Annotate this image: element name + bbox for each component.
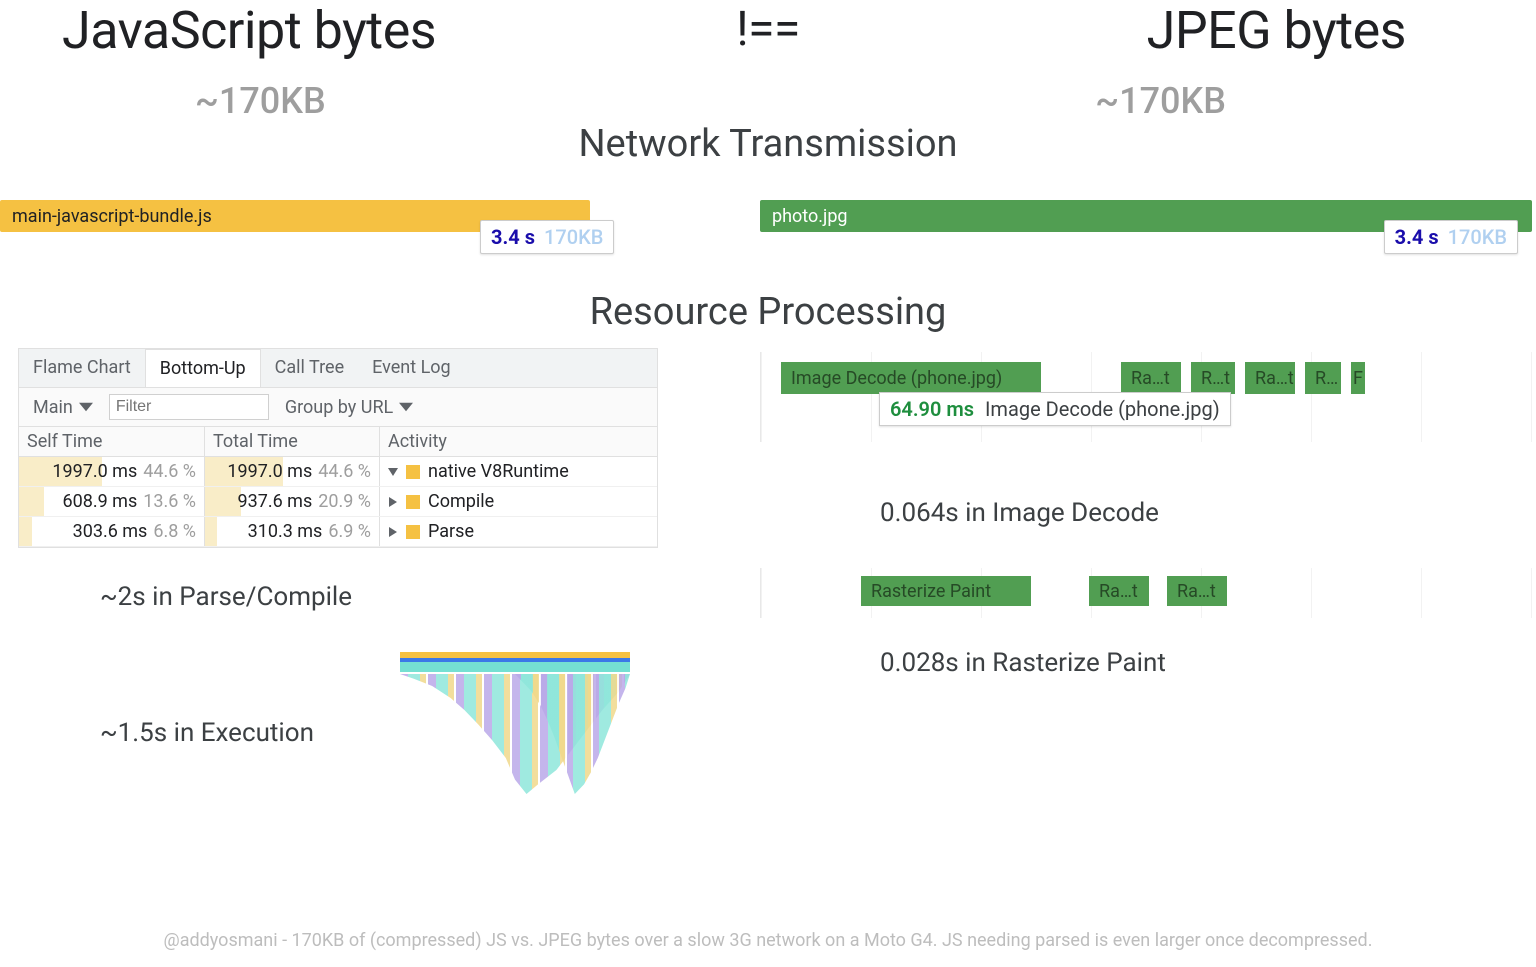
tab-call-tree[interactable]: Call Tree (261, 349, 358, 387)
activity-name: Parse (428, 521, 474, 542)
network-js-size: 170KB (544, 225, 603, 249)
activity-name: Compile (428, 491, 494, 512)
chevron-down-icon (399, 400, 413, 414)
segment-raster: R…t (1191, 362, 1235, 394)
tab-flame-chart[interactable]: Flame Chart (19, 349, 145, 387)
network-badge-img: 3.4 s 170KB (1384, 220, 1518, 254)
network-badge-js: 3.4 s 170KB (480, 220, 614, 254)
chevron-down-icon (79, 400, 93, 414)
js-parse-compile-metric: ~2s in Parse/Compile (100, 582, 660, 612)
table-row[interactable]: 1997.0 ms44.6 %1997.0 ms44.6 %native V8R… (19, 457, 657, 487)
timeline-tooltip: 64.90 ms Image Decode (phone.jpg) (879, 392, 1231, 426)
network-img-time: 3.4 s (1395, 225, 1439, 249)
segment-rasterize-paint: Rasterize Paint (861, 576, 1031, 606)
img-decode-metric: 0.064s in Image Decode (880, 498, 1536, 528)
image-decode-timeline: Image Decode (phone.jpg) Ra…t R…t Ra…t R… (760, 352, 1536, 442)
segment-raster: Ra…t (1121, 362, 1181, 394)
flame-chart-thumbnail (400, 652, 630, 812)
table-row[interactable]: 608.9 ms13.6 %937.6 ms20.9 %Compile (19, 487, 657, 517)
js-size-label: ~170KB (195, 80, 326, 122)
group-dropdown-value: Group by URL (285, 397, 393, 418)
activity-color-swatch (406, 495, 420, 509)
section-processing: Resource Processing (0, 290, 1536, 334)
segment-image-decode: Image Decode (phone.jpg) (781, 362, 1041, 394)
network-js-time: 3.4 s (491, 225, 535, 249)
segment-rasterize-paint: Ra…t (1167, 576, 1227, 606)
devtools-tabs: Flame Chart Bottom-Up Call Tree Event Lo… (19, 349, 657, 387)
filter-input[interactable] (109, 394, 269, 420)
footer-attribution: @addyosmani - 170KB of (compressed) JS v… (0, 930, 1536, 951)
jpeg-size-label: ~170KB (1095, 80, 1226, 122)
segment-rasterize-paint: Ra…t (1089, 576, 1149, 606)
tab-event-log[interactable]: Event Log (358, 349, 465, 387)
col-activity: Activity (379, 427, 657, 456)
col-self-time: Self Time (19, 427, 204, 456)
tab-bottom-up[interactable]: Bottom-Up (145, 349, 261, 387)
network-img-size: 170KB (1448, 225, 1507, 249)
headline-neq: !== (736, 0, 800, 57)
network-img-filename: photo.jpg (772, 206, 848, 227)
activity-color-swatch (406, 525, 420, 539)
rasterize-timeline: Rasterize Paint Ra…t Ra…t (760, 568, 1536, 618)
table-row[interactable]: 303.6 ms6.8 %310.3 ms6.9 %Parse (19, 517, 657, 547)
segment-raster: R… (1305, 362, 1341, 394)
img-raster-metric: 0.028s in Rasterize Paint (880, 648, 1536, 678)
tooltip-label: Image Decode (phone.jpg) (985, 397, 1220, 421)
expand-toggle-icon[interactable] (389, 527, 397, 537)
segment-raster: F (1351, 362, 1365, 394)
devtools-panel: Flame Chart Bottom-Up Call Tree Event Lo… (18, 348, 658, 548)
expand-toggle-icon[interactable] (389, 497, 397, 507)
segment-raster: Ra…t (1245, 362, 1295, 394)
thread-dropdown[interactable]: Main (27, 395, 99, 420)
activity-name: native V8Runtime (428, 461, 569, 482)
headline-jpeg: JPEG bytes (1147, 0, 1406, 61)
tooltip-duration: 64.90 ms (890, 397, 974, 421)
expand-toggle-icon[interactable] (388, 468, 398, 476)
col-total-time: Total Time (204, 427, 379, 456)
group-dropdown[interactable]: Group by URL (279, 395, 419, 420)
js-execution-metric: ~1.5s in Execution (100, 718, 400, 748)
network-js-filename: main-javascript-bundle.js (12, 206, 212, 227)
headline-js: JavaScript bytes (62, 0, 436, 61)
thread-dropdown-value: Main (33, 397, 73, 418)
activity-color-swatch (406, 465, 420, 479)
